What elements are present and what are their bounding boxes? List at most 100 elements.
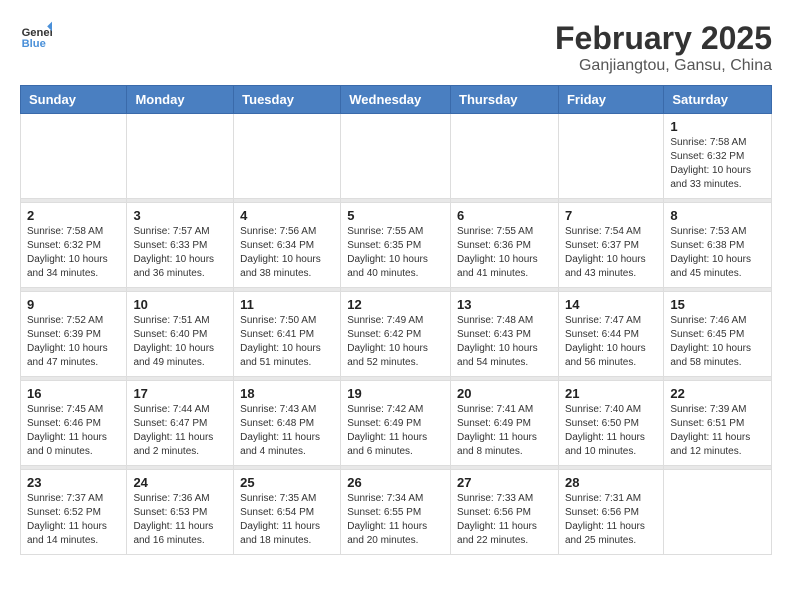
day-info: Sunrise: 7:41 AM Sunset: 6:49 PM Dayligh… [457,403,552,459]
day-info: Sunrise: 7:47 AM Sunset: 6:44 PM Dayligh… [565,314,657,370]
calendar-cell: 17 Sunrise: 7:44 AM Sunset: 6:47 PM Dayli… [127,381,234,466]
calendar-cell [664,470,772,555]
day-number: 3 [133,208,227,223]
header-wednesday: Wednesday [341,86,451,114]
day-info: Sunrise: 7:56 AM Sunset: 6:34 PM Dayligh… [240,225,334,281]
calendar-table: Sunday Monday Tuesday Wednesday Thursday… [20,85,772,555]
day-info: Sunrise: 7:36 AM Sunset: 6:53 PM Dayligh… [133,492,227,548]
calendar-cell: 21 Sunrise: 7:40 AM Sunset: 6:50 PM Dayli… [558,381,663,466]
day-number: 7 [565,208,657,223]
day-number: 24 [133,475,227,490]
day-number: 15 [670,297,765,312]
calendar-cell: 18Sunrise: 7:43 AM Sunset: 6:48 PM Dayli… [234,381,341,466]
calendar-cell: 10 Sunrise: 7:51 AM Sunset: 6:40 PM Dayli… [127,292,234,377]
title-section: February 2025 Ganjiangtou, Gansu, China [555,20,772,75]
calendar-cell: 5Sunrise: 7:55 AM Sunset: 6:35 PM Daylig… [341,203,451,288]
calendar-cell: 20Sunrise: 7:41 AM Sunset: 6:49 PM Dayli… [451,381,559,466]
day-info: Sunrise: 7:54 AM Sunset: 6:37 PM Dayligh… [565,225,657,281]
day-info: Sunrise: 7:49 AM Sunset: 6:42 PM Dayligh… [347,314,444,370]
day-info: Sunrise: 7:50 AM Sunset: 6:41 PM Dayligh… [240,314,334,370]
day-number: 26 [347,475,444,490]
header: General Blue February 2025 Ganjiangtou, … [20,20,772,75]
day-number: 1 [670,119,765,134]
day-number: 2 [27,208,120,223]
calendar-cell: 9 Sunrise: 7:52 AM Sunset: 6:39 PM Daylig… [21,292,127,377]
calendar-subtitle: Ganjiangtou, Gansu, China [555,57,772,75]
week-row-2: 9 Sunrise: 7:52 AM Sunset: 6:39 PM Daylig… [21,292,772,377]
day-number: 4 [240,208,334,223]
day-info: Sunrise: 7:58 AM Sunset: 6:32 PM Dayligh… [670,136,765,192]
calendar-cell: 15 Sunrise: 7:46 AM Sunset: 6:45 PM Dayli… [664,292,772,377]
day-number: 22 [670,386,765,401]
day-info: Sunrise: 7:52 AM Sunset: 6:39 PM Dayligh… [27,314,120,370]
calendar-cell: 14 Sunrise: 7:47 AM Sunset: 6:44 PM Dayli… [558,292,663,377]
week-row-1: 2 Sunrise: 7:58 AM Sunset: 6:32 PM Daylig… [21,203,772,288]
header-saturday: Saturday [664,86,772,114]
header-monday: Monday [127,86,234,114]
svg-text:Blue: Blue [22,38,46,50]
day-number: 23 [27,475,120,490]
calendar-cell: 8 Sunrise: 7:53 AM Sunset: 6:38 PM Daylig… [664,203,772,288]
day-number: 14 [565,297,657,312]
day-info: Sunrise: 7:48 AM Sunset: 6:43 PM Dayligh… [457,314,552,370]
header-tuesday: Tuesday [234,86,341,114]
calendar-cell [558,114,663,199]
day-info: Sunrise: 7:53 AM Sunset: 6:38 PM Dayligh… [670,225,765,281]
calendar-cell: 13 Sunrise: 7:48 AM Sunset: 6:43 PM Dayli… [451,292,559,377]
weekday-header-row: Sunday Monday Tuesday Wednesday Thursday… [21,86,772,114]
day-number: 16 [27,386,120,401]
calendar-cell: 11 Sunrise: 7:50 AM Sunset: 6:41 PM Dayli… [234,292,341,377]
day-number: 6 [457,208,552,223]
day-info: Sunrise: 7:31 AM Sunset: 6:56 PM Dayligh… [565,492,657,548]
calendar-cell: 16Sunrise: 7:45 AM Sunset: 6:46 PM Dayli… [21,381,127,466]
calendar-cell [234,114,341,199]
calendar-cell: 19Sunrise: 7:42 AM Sunset: 6:49 PM Dayli… [341,381,451,466]
calendar-cell: 26 Sunrise: 7:34 AM Sunset: 6:55 PM Dayli… [341,470,451,555]
calendar-cell: 6Sunrise: 7:55 AM Sunset: 6:36 PM Daylig… [451,203,559,288]
day-number: 9 [27,297,120,312]
calendar-cell: 12 Sunrise: 7:49 AM Sunset: 6:42 PM Dayli… [341,292,451,377]
logo-icon: General Blue [20,20,52,52]
day-info: Sunrise: 7:42 AM Sunset: 6:49 PM Dayligh… [347,403,444,459]
day-number: 21 [565,386,657,401]
day-number: 25 [240,475,334,490]
header-sunday: Sunday [21,86,127,114]
day-info: Sunrise: 7:51 AM Sunset: 6:40 PM Dayligh… [133,314,227,370]
day-number: 13 [457,297,552,312]
svg-text:General: General [22,27,52,39]
calendar-cell: 27Sunrise: 7:33 AM Sunset: 6:56 PM Dayli… [451,470,559,555]
calendar-title: February 2025 [555,20,772,57]
day-number: 5 [347,208,444,223]
day-info: Sunrise: 7:39 AM Sunset: 6:51 PM Dayligh… [670,403,765,459]
day-number: 10 [133,297,227,312]
day-info: Sunrise: 7:35 AM Sunset: 6:54 PM Dayligh… [240,492,334,548]
day-info: Sunrise: 7:57 AM Sunset: 6:33 PM Dayligh… [133,225,227,281]
day-info: Sunrise: 7:34 AM Sunset: 6:55 PM Dayligh… [347,492,444,548]
calendar-cell [127,114,234,199]
calendar-cell: 28Sunrise: 7:31 AM Sunset: 6:56 PM Dayli… [558,470,663,555]
day-info: Sunrise: 7:58 AM Sunset: 6:32 PM Dayligh… [27,225,120,281]
week-row-3: 16Sunrise: 7:45 AM Sunset: 6:46 PM Dayli… [21,381,772,466]
calendar-cell: 4 Sunrise: 7:56 AM Sunset: 6:34 PM Daylig… [234,203,341,288]
calendar-cell: 23 Sunrise: 7:37 AM Sunset: 6:52 PM Dayli… [21,470,127,555]
day-number: 8 [670,208,765,223]
calendar-cell [451,114,559,199]
day-number: 11 [240,297,334,312]
header-friday: Friday [558,86,663,114]
day-info: Sunrise: 7:43 AM Sunset: 6:48 PM Dayligh… [240,403,334,459]
calendar-cell: 25 Sunrise: 7:35 AM Sunset: 6:54 PM Dayli… [234,470,341,555]
day-number: 12 [347,297,444,312]
day-info: Sunrise: 7:37 AM Sunset: 6:52 PM Dayligh… [27,492,120,548]
calendar-cell: 1 Sunrise: 7:58 AM Sunset: 6:32 PM Daylig… [664,114,772,199]
day-info: Sunrise: 7:40 AM Sunset: 6:50 PM Dayligh… [565,403,657,459]
calendar-cell [341,114,451,199]
calendar-cell: 22 Sunrise: 7:39 AM Sunset: 6:51 PM Dayli… [664,381,772,466]
calendar-cell: 7 Sunrise: 7:54 AM Sunset: 6:37 PM Daylig… [558,203,663,288]
day-info: Sunrise: 7:33 AM Sunset: 6:56 PM Dayligh… [457,492,552,548]
calendar-cell [21,114,127,199]
calendar-cell: 3 Sunrise: 7:57 AM Sunset: 6:33 PM Daylig… [127,203,234,288]
day-number: 17 [133,386,227,401]
day-info: Sunrise: 7:46 AM Sunset: 6:45 PM Dayligh… [670,314,765,370]
calendar-cell: 24 Sunrise: 7:36 AM Sunset: 6:53 PM Dayli… [127,470,234,555]
day-info: Sunrise: 7:44 AM Sunset: 6:47 PM Dayligh… [133,403,227,459]
